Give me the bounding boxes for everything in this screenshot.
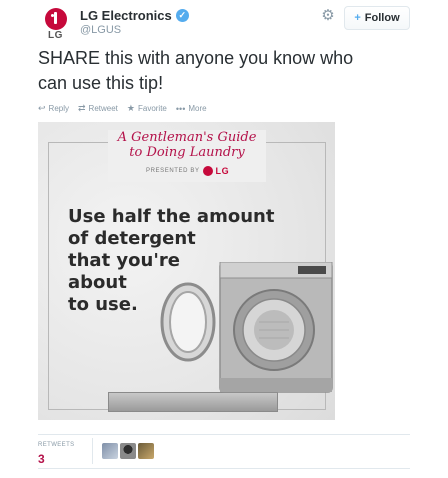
retweet-icon: ⇄ bbox=[78, 103, 86, 113]
gear-icon[interactable]: ⚙ bbox=[320, 8, 336, 24]
retweets-count[interactable]: 3 bbox=[38, 452, 45, 466]
headline-line: about bbox=[68, 272, 127, 293]
retweeter-avatar[interactable] bbox=[120, 443, 136, 459]
lg-logo-icon bbox=[45, 8, 67, 30]
reply-icon: ↩ bbox=[38, 103, 46, 113]
favorite-icon: ★ bbox=[126, 103, 135, 113]
retweets-label: RETWEETS bbox=[38, 442, 75, 448]
presented-logo-text: LG bbox=[215, 166, 230, 176]
reply-label: Reply bbox=[48, 104, 69, 113]
headline-line: to use. bbox=[68, 294, 138, 315]
tweet-text: SHARE this with anyone you know who can … bbox=[38, 46, 408, 96]
follow-user-icon: + bbox=[354, 12, 361, 24]
tweet-text-line: SHARE this with anyone you know who bbox=[38, 48, 354, 68]
profile-avatar[interactable]: LG bbox=[38, 6, 74, 42]
tweet-media-image[interactable]: A Gentleman's Guide to Doing Laundry PRE… bbox=[38, 122, 335, 420]
tweet-card: LG LG Electronics ✓ @LGUS ⚙ + Follow SHA… bbox=[0, 0, 448, 478]
stats-separator bbox=[92, 438, 93, 464]
retweet-label: Retweet bbox=[88, 104, 118, 113]
tweet-text-line: can use this tip! bbox=[38, 73, 164, 93]
favorite-action[interactable]: ★ Favorite bbox=[127, 103, 167, 114]
tweet-actions: ↩ Reply ⇄ Retweet ★ Favorite ••• More bbox=[38, 103, 207, 114]
headline-line: of detergent bbox=[68, 228, 196, 249]
media-title-line: A Gentleman's Guide bbox=[117, 130, 257, 145]
media-title-line: to Doing Laundry bbox=[129, 145, 245, 160]
retweeter-avatars bbox=[102, 443, 154, 459]
lg-logo-icon bbox=[202, 166, 213, 176]
headline-line: Use half the amount bbox=[68, 206, 275, 227]
more-action[interactable]: ••• More bbox=[176, 104, 207, 114]
user-handle[interactable]: @LGUS bbox=[80, 24, 121, 36]
display-name[interactable]: LG Electronics bbox=[80, 8, 172, 23]
retweeter-avatar[interactable] bbox=[102, 443, 118, 459]
follow-button[interactable]: + Follow bbox=[344, 6, 410, 30]
presented-by: PRESENTED BY LG bbox=[146, 166, 229, 176]
stats-divider-bottom bbox=[38, 468, 410, 469]
follow-label: Follow bbox=[364, 12, 400, 24]
more-label: More bbox=[188, 104, 207, 113]
favorite-label: Favorite bbox=[137, 104, 167, 113]
washing-machine-illustration bbox=[160, 262, 333, 393]
retweet-action[interactable]: ⇄ Retweet bbox=[78, 103, 118, 114]
verified-badge-icon: ✓ bbox=[175, 9, 189, 22]
avatar-logo-text: LG bbox=[48, 30, 63, 41]
reply-action[interactable]: ↩ Reply bbox=[38, 103, 69, 114]
retweeter-avatar[interactable] bbox=[138, 443, 154, 459]
more-icon: ••• bbox=[175, 103, 186, 114]
stats-divider-top bbox=[38, 434, 410, 435]
presented-by-text: PRESENTED BY bbox=[146, 168, 200, 174]
name-row: LG Electronics ✓ bbox=[80, 8, 189, 23]
